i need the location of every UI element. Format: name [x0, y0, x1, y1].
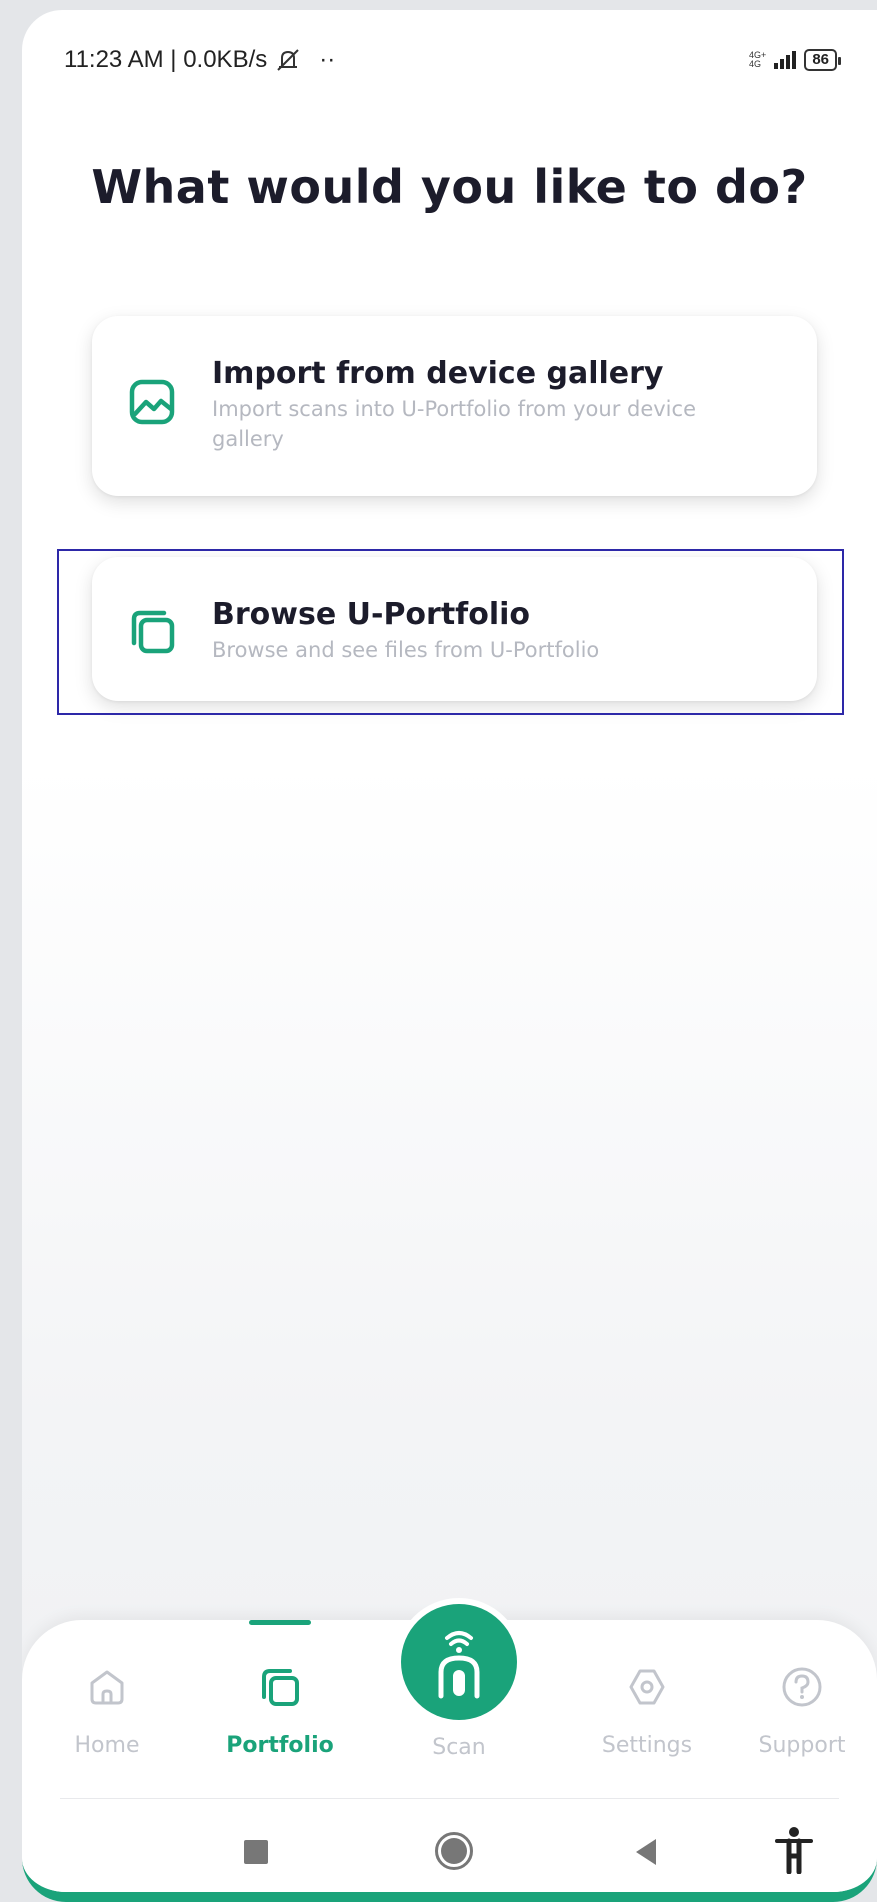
status-time: 11:23 AM | 0.0KB/s [64, 46, 268, 73]
browse-portfolio-text: Browse U-Portfolio Browse and see files … [212, 595, 772, 665]
scan-button[interactable] [395, 1598, 523, 1726]
import-gallery-title: Import from device gallery [212, 356, 664, 391]
system-navigation-bar [22, 1820, 877, 1880]
help-icon [782, 1667, 822, 1707]
gallery-icon [129, 379, 175, 425]
settings-icon [629, 1669, 665, 1705]
scan-button-inner [401, 1604, 517, 1720]
status-right: 4G+ 4G 86 [749, 49, 841, 71]
home-system-button[interactable] [435, 1832, 473, 1870]
mute-icon [277, 49, 299, 71]
browse-portfolio-title: Browse U-Portfolio [212, 597, 531, 632]
import-gallery-subtitle: Import scans into U-Portfolio from your … [212, 397, 696, 451]
portfolio-icon [262, 1669, 299, 1706]
nav-home[interactable]: Home [42, 1665, 172, 1758]
nav-portfolio[interactable]: Portfolio [215, 1665, 345, 1758]
nav-settings[interactable]: Settings [582, 1665, 712, 1758]
nav-divider [60, 1798, 839, 1799]
status-dots: ·· [319, 46, 336, 73]
nav-support[interactable]: Support [737, 1665, 867, 1758]
browse-portfolio-subtitle: Browse and see files from U-Portfolio [212, 638, 600, 662]
nav-support-label: Support [758, 1733, 846, 1758]
page-title: What would you like to do? [91, 160, 808, 214]
nav-scan[interactable]: Scan [394, 1735, 524, 1760]
folders-icon [131, 610, 175, 654]
import-gallery-card[interactable]: Import from device gallery Import scans … [92, 316, 817, 496]
browse-portfolio-card[interactable]: Browse U-Portfolio Browse and see files … [92, 557, 817, 701]
status-left: 11:23 AM | 0.0KB/s ·· [64, 46, 335, 74]
battery-icon: 86 [804, 49, 841, 71]
nav-portfolio-label: Portfolio [226, 1733, 334, 1758]
status-bar: 11:23 AM | 0.0KB/s ·· 4G+ 4G 86 [64, 40, 841, 80]
nav-home-label: Home [74, 1733, 140, 1758]
active-tab-indicator [249, 1620, 311, 1625]
home-icon [90, 1670, 124, 1705]
nav-settings-label: Settings [601, 1733, 693, 1758]
scan-icon [438, 1631, 480, 1699]
bottom-navigation: Home Portfolio Scan Settings Support [22, 1598, 877, 1892]
accessibility-icon[interactable] [774, 1826, 814, 1874]
nav-scan-label: Scan [432, 1735, 486, 1760]
phone-screen: 11:23 AM | 0.0KB/s ·· 4G+ 4G 86 What wou… [22, 10, 877, 1902]
signal-icon [774, 51, 797, 69]
network-type: 4G+ 4G [749, 50, 767, 69]
back-button[interactable] [636, 1839, 656, 1865]
battery-level: 86 [812, 51, 829, 68]
recents-button[interactable] [244, 1840, 268, 1864]
import-gallery-text: Import from device gallery Import scans … [212, 354, 772, 454]
